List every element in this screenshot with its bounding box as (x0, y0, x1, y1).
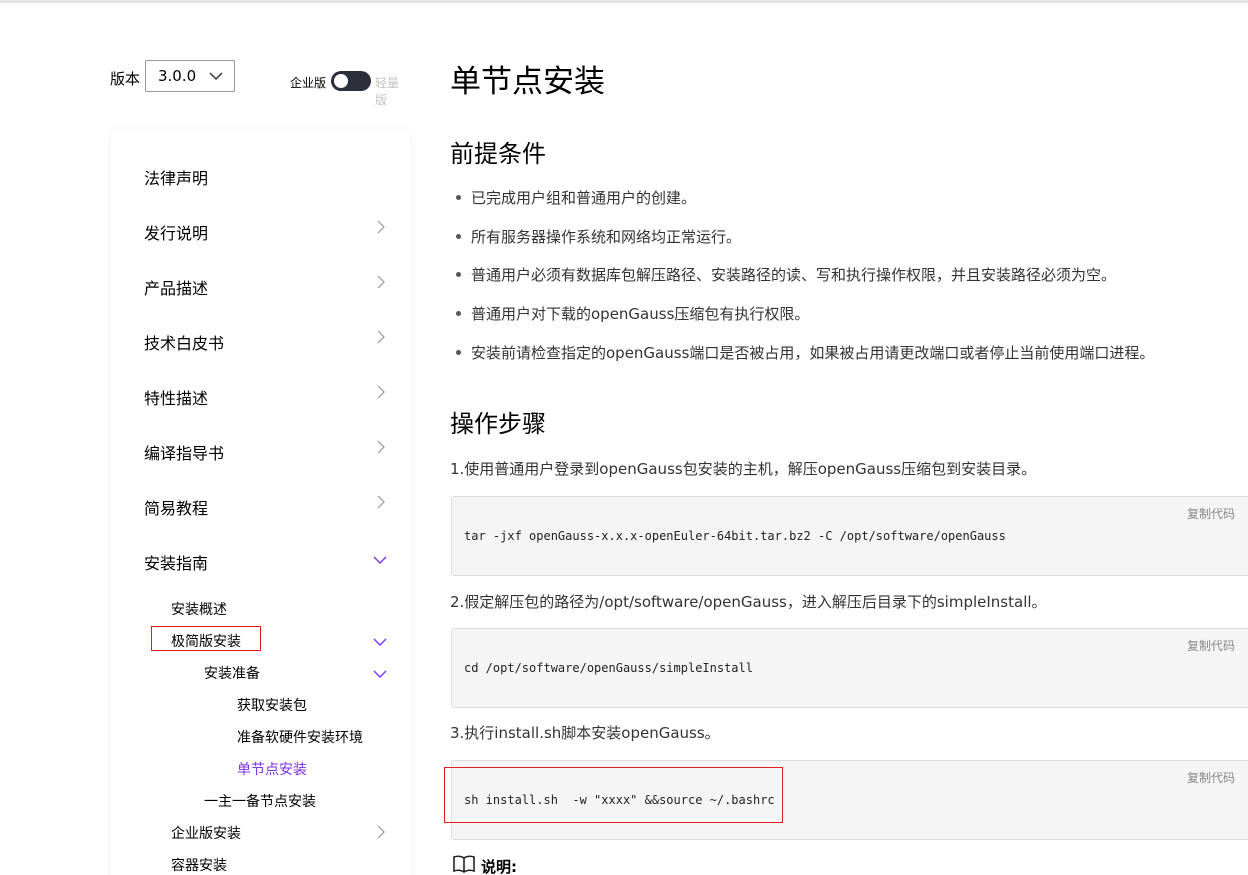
sidebar-subitem-prep-env[interactable]: 准备软硬件安装环境 (237, 727, 363, 747)
code-text: tar -jxf openGauss-x.x.x-openEuler-64bit… (464, 529, 1006, 543)
bullet-dot (456, 272, 461, 277)
sidebar-subitem-primary-standby[interactable]: 一主一备节点安装 (204, 791, 316, 811)
copy-code-button[interactable]: 复制代码 (1187, 637, 1235, 654)
code-block: 复制代码 tar -jxf openGauss-x.x.x-openEuler-… (451, 496, 1248, 576)
toggle-knob (334, 74, 348, 88)
highlight-box-install-command (444, 767, 783, 823)
sidebar-item-features[interactable]: 特性描述 (144, 385, 208, 409)
edition-enterprise-label[interactable]: 企业版 (290, 74, 326, 91)
sidebar-subitem-overview[interactable]: 安装概述 (171, 599, 227, 619)
code-block: 复制代码 cd /opt/software/openGauss/simpleIn… (451, 628, 1248, 708)
sidebar-item-install-guide[interactable]: 安装指南 (144, 550, 208, 574)
prereq-item: 安装前请检查指定的openGauss端口是否被占用，如果被占用请更改端口或者停止… (471, 344, 1155, 362)
chevron-down-icon[interactable] (373, 667, 387, 681)
bullet-dot (456, 311, 461, 316)
code-text: cd /opt/software/openGauss/simpleInstall (464, 661, 753, 675)
copy-code-button[interactable]: 复制代码 (1187, 505, 1235, 522)
top-border (0, 0, 1248, 3)
step-text: 2.假定解压包的路径为/opt/software/openGauss，进入解压后… (450, 593, 1047, 611)
sidebar-item-release-notes[interactable]: 发行说明 (144, 220, 208, 244)
chevron-right-icon[interactable] (373, 275, 387, 289)
sidebar-subitem-get-package[interactable]: 获取安装包 (237, 695, 307, 715)
chevron-right-icon[interactable] (373, 825, 387, 839)
steps-heading: 操作步骤 (450, 410, 546, 438)
step-text: 1.使用普通用户登录到openGauss包安装的主机，解压openGauss压缩… (450, 460, 1037, 478)
sidebar-item-legal[interactable]: 法律声明 (144, 165, 208, 189)
sidebar-item-product-desc[interactable]: 产品描述 (144, 275, 208, 299)
sidebar-nav: 法律声明 发行说明 产品描述 技术白皮书 特性描述 编译指导书 简易教程 安装指… (111, 132, 410, 875)
chevron-right-icon[interactable] (373, 220, 387, 234)
prereq-item: 已完成用户组和普通用户的创建。 (471, 189, 697, 207)
prereq-item: 普通用户对下载的openGauss压缩包有执行权限。 (471, 305, 810, 323)
prereq-item: 所有服务器操作系统和网络均正常运行。 (471, 228, 742, 246)
chevron-right-icon[interactable] (373, 495, 387, 509)
bullet-dot (456, 350, 461, 355)
sidebar-item-whitepaper[interactable]: 技术白皮书 (144, 330, 224, 354)
chevron-right-icon[interactable] (373, 385, 387, 399)
prereq-heading: 前提条件 (450, 140, 546, 168)
chevron-right-icon[interactable] (373, 330, 387, 344)
version-value: 3.0.0 (158, 67, 197, 85)
edition-lite-label[interactable]: 轻量版 (375, 74, 410, 108)
highlight-box-lite-install (151, 626, 261, 651)
step-text: 3.执行install.sh脚本安装openGauss。 (450, 724, 720, 742)
chevron-down-icon[interactable] (373, 635, 387, 649)
version-label: 版本 (110, 70, 141, 88)
prereq-item: 普通用户必须有数据库包解压路径、安装路径的读、写和执行操作权限，并且安装路径必须… (471, 266, 1117, 284)
chevron-down-icon[interactable] (373, 553, 387, 567)
bullet-dot (456, 195, 461, 200)
sidebar-subitem-enterprise-install[interactable]: 企业版安装 (171, 823, 241, 843)
sidebar-subitem-single-node[interactable]: 单节点安装 (237, 759, 307, 779)
page-title: 单节点安装 (450, 64, 605, 100)
chevron-right-icon[interactable] (373, 440, 387, 454)
version-select[interactable]: 3.0.0 (145, 60, 235, 92)
sidebar-subitem-prep[interactable]: 安装准备 (204, 663, 260, 683)
copy-code-button[interactable]: 复制代码 (1187, 769, 1235, 786)
sidebar-item-compile-guide[interactable]: 编译指导书 (144, 440, 224, 464)
edition-toggle[interactable] (331, 71, 371, 91)
bullet-dot (456, 234, 461, 239)
book-icon (453, 855, 475, 873)
version-bar: 版本 3.0.0 企业版 轻量版 (110, 60, 410, 107)
note-label: 说明: (481, 858, 517, 875)
sidebar-item-tutorial[interactable]: 简易教程 (144, 495, 208, 519)
chevron-down-icon (209, 72, 223, 81)
sidebar-subitem-container-install[interactable]: 容器安装 (171, 855, 227, 875)
